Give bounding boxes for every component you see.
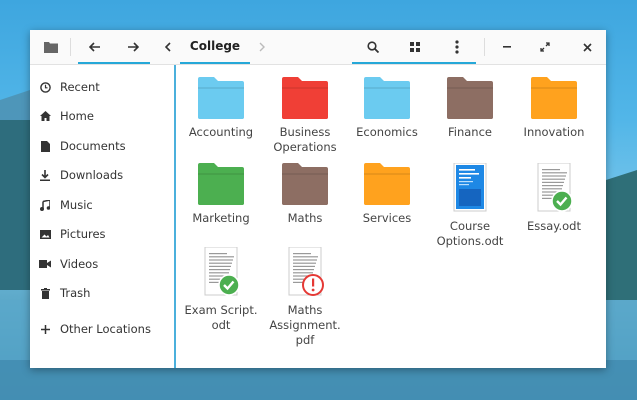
sidebar-item-label: Other Locations (60, 322, 151, 336)
sidebar-item-trash[interactable]: Trash (30, 281, 174, 305)
folder-item[interactable]: Innovation (512, 77, 596, 140)
menu-dots-icon[interactable] (442, 30, 472, 64)
folder-icon (428, 77, 512, 119)
sidebar-item-videos[interactable]: Videos (30, 252, 174, 276)
document-warning-icon (263, 247, 347, 297)
file-label: Accounting (188, 125, 254, 139)
folder-icon (345, 77, 429, 119)
search-icon[interactable] (358, 30, 388, 64)
video-icon (30, 260, 60, 268)
back-arrow-icon[interactable] (80, 30, 110, 64)
picture-icon (30, 229, 60, 239)
sidebar-item-label: Recent (60, 80, 100, 94)
file-label: Business Operations (273, 125, 337, 154)
document-icon (30, 140, 60, 152)
folder-item[interactable]: Maths (263, 163, 347, 226)
sidebar-item-recent[interactable]: Recent (30, 75, 174, 99)
folder-item[interactable]: Accounting (179, 77, 263, 140)
grid-view-icon[interactable] (400, 30, 430, 64)
sidebar-item-label: Trash (60, 286, 91, 300)
folder-item[interactable]: Finance (428, 77, 512, 140)
sidebar-item-label: Documents (60, 139, 126, 153)
sidebar-item-pictures[interactable]: Pictures (30, 222, 174, 246)
file-manager-window: College Recent Home Documents Downloads … (30, 30, 606, 368)
sidebar-item-documents[interactable]: Documents (30, 134, 174, 158)
document-check-icon (179, 247, 263, 297)
sidebar-item-home[interactable]: Home (30, 104, 174, 128)
folder-icon[interactable] (36, 30, 66, 64)
chevron-left-icon[interactable] (156, 30, 180, 64)
file-label: Exam Script. odt (184, 303, 258, 332)
folder-item[interactable]: Services (345, 163, 429, 226)
folder-icon (179, 77, 263, 119)
sidebar-item-music[interactable]: Music (30, 193, 174, 217)
file-item[interactable]: Essay.odt (512, 163, 596, 234)
sidebar-item-label: Music (60, 198, 93, 212)
music-icon (30, 199, 60, 211)
file-label: Marketing (192, 211, 250, 225)
maximize-icon[interactable] (530, 30, 560, 64)
sidebar: Recent Home Documents Downloads Music Pi… (30, 65, 176, 368)
file-label: Maths (287, 211, 323, 225)
trash-icon (30, 287, 60, 299)
file-label: Economics (356, 125, 418, 139)
folder-item[interactable]: Business Operations (263, 77, 347, 155)
forward-arrow-icon[interactable] (118, 30, 148, 64)
minimize-icon[interactable] (492, 30, 522, 64)
file-item[interactable]: Course Options.odt (428, 163, 512, 249)
sidebar-item-label: Downloads (60, 168, 124, 182)
folder-icon (263, 77, 347, 119)
sidebar-item-label: Pictures (60, 227, 106, 241)
sidebar-item-other-locations[interactable]: Other Locations (30, 317, 174, 341)
sidebar-item-label: Videos (60, 257, 99, 271)
folder-icon (179, 163, 263, 205)
file-label: Services (362, 211, 412, 225)
clock-icon (30, 81, 60, 93)
header-bar: College (30, 30, 606, 65)
file-label: Innovation (523, 125, 585, 139)
file-label: Maths Assignment. pdf (269, 303, 341, 347)
file-item[interactable]: Maths Assignment. pdf (263, 247, 347, 348)
document-check-icon (512, 163, 596, 213)
download-icon (30, 169, 60, 181)
folder-icon (512, 77, 596, 119)
sidebar-item-label: Home (60, 109, 94, 123)
close-icon[interactable] (572, 30, 602, 64)
chevron-right-icon[interactable] (252, 30, 272, 64)
folder-icon (263, 163, 347, 205)
breadcrumb-college[interactable]: College (180, 30, 250, 64)
file-item[interactable]: Exam Script. odt (179, 247, 263, 333)
document-icon (428, 163, 512, 213)
folder-icon (345, 163, 429, 205)
folder-item[interactable]: Marketing (179, 163, 263, 226)
plus-icon (30, 324, 60, 334)
file-label: Essay.odt (527, 219, 581, 233)
folder-item[interactable]: Economics (345, 77, 429, 140)
file-label: Finance (448, 125, 492, 139)
file-label: Course Options.odt (436, 219, 504, 248)
file-view: Accounting Business Operations Economics Fi… (177, 65, 606, 368)
home-icon (30, 111, 60, 121)
sidebar-item-downloads[interactable]: Downloads (30, 163, 174, 187)
